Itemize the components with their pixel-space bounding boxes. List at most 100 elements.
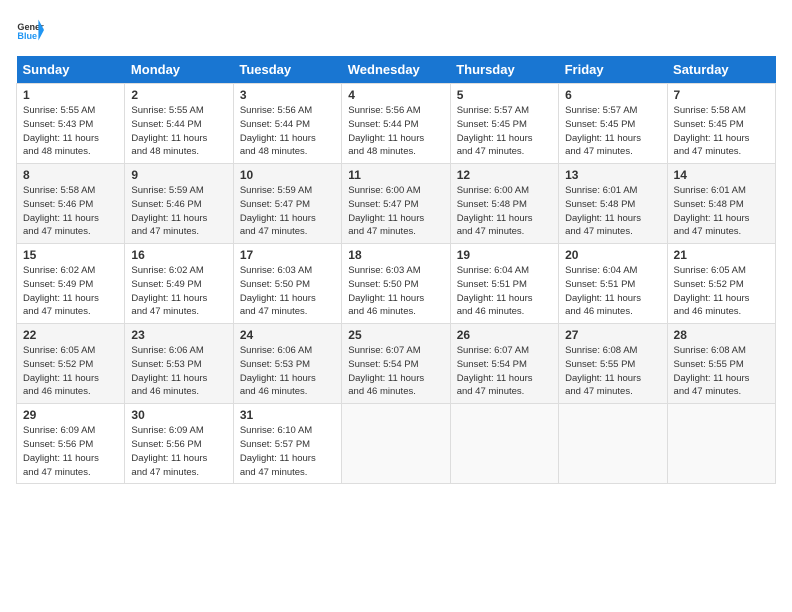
day-content-line: Sunset: 5:47 PM: [240, 198, 335, 212]
calendar-cell: 22Sunrise: 6:05 AMSunset: 5:52 PMDayligh…: [17, 324, 125, 404]
day-content-line: Sunset: 5:46 PM: [131, 198, 226, 212]
day-content-line: and 47 minutes.: [240, 225, 335, 239]
calendar-cell: [559, 404, 667, 484]
calendar-cell: 4Sunrise: 5:56 AMSunset: 5:44 PMDaylight…: [342, 84, 450, 164]
day-content-line: Sunrise: 6:01 AM: [565, 184, 660, 198]
day-content-line: Sunrise: 5:58 AM: [674, 104, 769, 118]
calendar-cell: 3Sunrise: 5:56 AMSunset: 5:44 PMDaylight…: [233, 84, 341, 164]
day-content-line: Sunrise: 6:00 AM: [457, 184, 552, 198]
calendar-cell: 26Sunrise: 6:07 AMSunset: 5:54 PMDayligh…: [450, 324, 558, 404]
day-content-line: Daylight: 11 hours: [348, 292, 443, 306]
day-content-line: Sunset: 5:53 PM: [240, 358, 335, 372]
day-content-line: Sunset: 5:49 PM: [131, 278, 226, 292]
day-content-line: Sunrise: 6:02 AM: [23, 264, 118, 278]
day-content-line: and 46 minutes.: [23, 385, 118, 399]
day-number: 31: [240, 408, 335, 422]
calendar-cell: 18Sunrise: 6:03 AMSunset: 5:50 PMDayligh…: [342, 244, 450, 324]
day-content-line: Sunset: 5:55 PM: [674, 358, 769, 372]
day-number: 28: [674, 328, 769, 342]
day-number: 11: [348, 168, 443, 182]
day-content-line: and 47 minutes.: [23, 225, 118, 239]
day-number: 21: [674, 248, 769, 262]
day-content-line: Sunrise: 6:08 AM: [565, 344, 660, 358]
day-content-line: and 46 minutes.: [240, 385, 335, 399]
day-number: 23: [131, 328, 226, 342]
day-content-line: Sunrise: 5:55 AM: [131, 104, 226, 118]
day-number: 18: [348, 248, 443, 262]
day-content-line: Daylight: 11 hours: [23, 372, 118, 386]
header-cell-tuesday: Tuesday: [233, 56, 341, 84]
calendar-cell: 24Sunrise: 6:06 AMSunset: 5:53 PMDayligh…: [233, 324, 341, 404]
day-content-line: Sunrise: 6:05 AM: [23, 344, 118, 358]
day-content-line: Daylight: 11 hours: [674, 132, 769, 146]
day-content-line: Sunrise: 6:09 AM: [23, 424, 118, 438]
calendar-cell: 31Sunrise: 6:10 AMSunset: 5:57 PMDayligh…: [233, 404, 341, 484]
day-content-line: and 47 minutes.: [131, 466, 226, 480]
day-content-line: and 48 minutes.: [131, 145, 226, 159]
logo: General Blue: [16, 16, 44, 44]
calendar-cell: 13Sunrise: 6:01 AMSunset: 5:48 PMDayligh…: [559, 164, 667, 244]
calendar-cell: 27Sunrise: 6:08 AMSunset: 5:55 PMDayligh…: [559, 324, 667, 404]
day-content-line: Sunrise: 6:06 AM: [240, 344, 335, 358]
header-cell-friday: Friday: [559, 56, 667, 84]
day-number: 15: [23, 248, 118, 262]
calendar-cell: 15Sunrise: 6:02 AMSunset: 5:49 PMDayligh…: [17, 244, 125, 324]
day-content-line: and 47 minutes.: [674, 145, 769, 159]
day-content-line: Daylight: 11 hours: [565, 132, 660, 146]
day-content-line: Daylight: 11 hours: [348, 212, 443, 226]
day-content-line: Daylight: 11 hours: [131, 132, 226, 146]
day-content-line: and 48 minutes.: [240, 145, 335, 159]
day-content-line: and 47 minutes.: [457, 145, 552, 159]
day-content-line: Sunset: 5:43 PM: [23, 118, 118, 132]
day-content-line: and 48 minutes.: [23, 145, 118, 159]
day-content-line: Daylight: 11 hours: [131, 212, 226, 226]
calendar-cell: [342, 404, 450, 484]
day-content-line: Sunrise: 5:57 AM: [457, 104, 552, 118]
day-content-line: Sunset: 5:50 PM: [348, 278, 443, 292]
day-content-line: and 47 minutes.: [565, 225, 660, 239]
day-content-line: and 46 minutes.: [348, 385, 443, 399]
day-content-line: Sunrise: 6:05 AM: [674, 264, 769, 278]
day-content-line: and 47 minutes.: [240, 466, 335, 480]
header-cell-sunday: Sunday: [17, 56, 125, 84]
day-content-line: Sunrise: 6:04 AM: [457, 264, 552, 278]
header-cell-saturday: Saturday: [667, 56, 775, 84]
day-content-line: and 47 minutes.: [565, 385, 660, 399]
day-content-line: Daylight: 11 hours: [131, 292, 226, 306]
day-content-line: Sunrise: 6:07 AM: [457, 344, 552, 358]
day-number: 25: [348, 328, 443, 342]
day-content-line: Sunset: 5:54 PM: [348, 358, 443, 372]
day-content-line: Sunset: 5:57 PM: [240, 438, 335, 452]
day-content-line: Sunset: 5:48 PM: [565, 198, 660, 212]
day-content-line: Daylight: 11 hours: [457, 132, 552, 146]
day-content-line: and 47 minutes.: [565, 145, 660, 159]
logo-icon: General Blue: [16, 16, 44, 44]
day-content-line: Daylight: 11 hours: [565, 212, 660, 226]
day-content-line: Sunrise: 6:09 AM: [131, 424, 226, 438]
calendar-cell: 6Sunrise: 5:57 AMSunset: 5:45 PMDaylight…: [559, 84, 667, 164]
day-content-line: Sunset: 5:48 PM: [674, 198, 769, 212]
calendar-cell: 29Sunrise: 6:09 AMSunset: 5:56 PMDayligh…: [17, 404, 125, 484]
week-row-5: 29Sunrise: 6:09 AMSunset: 5:56 PMDayligh…: [17, 404, 776, 484]
day-content-line: and 47 minutes.: [131, 305, 226, 319]
day-content-line: Daylight: 11 hours: [348, 132, 443, 146]
day-content-line: and 46 minutes.: [131, 385, 226, 399]
day-content-line: Sunset: 5:44 PM: [131, 118, 226, 132]
calendar-cell: 1Sunrise: 5:55 AMSunset: 5:43 PMDaylight…: [17, 84, 125, 164]
day-content-line: and 46 minutes.: [457, 305, 552, 319]
day-content-line: Sunset: 5:54 PM: [457, 358, 552, 372]
day-content-line: Sunset: 5:45 PM: [457, 118, 552, 132]
day-number: 24: [240, 328, 335, 342]
day-content-line: and 46 minutes.: [674, 305, 769, 319]
day-content-line: Daylight: 11 hours: [23, 212, 118, 226]
svg-text:Blue: Blue: [17, 31, 37, 41]
day-content-line: Daylight: 11 hours: [23, 452, 118, 466]
day-content-line: Sunset: 5:45 PM: [565, 118, 660, 132]
week-row-1: 1Sunrise: 5:55 AMSunset: 5:43 PMDaylight…: [17, 84, 776, 164]
day-content-line: and 47 minutes.: [457, 225, 552, 239]
day-content-line: and 47 minutes.: [23, 466, 118, 480]
calendar-cell: 2Sunrise: 5:55 AMSunset: 5:44 PMDaylight…: [125, 84, 233, 164]
day-content-line: Sunset: 5:51 PM: [457, 278, 552, 292]
day-number: 19: [457, 248, 552, 262]
day-content-line: Sunrise: 6:04 AM: [565, 264, 660, 278]
